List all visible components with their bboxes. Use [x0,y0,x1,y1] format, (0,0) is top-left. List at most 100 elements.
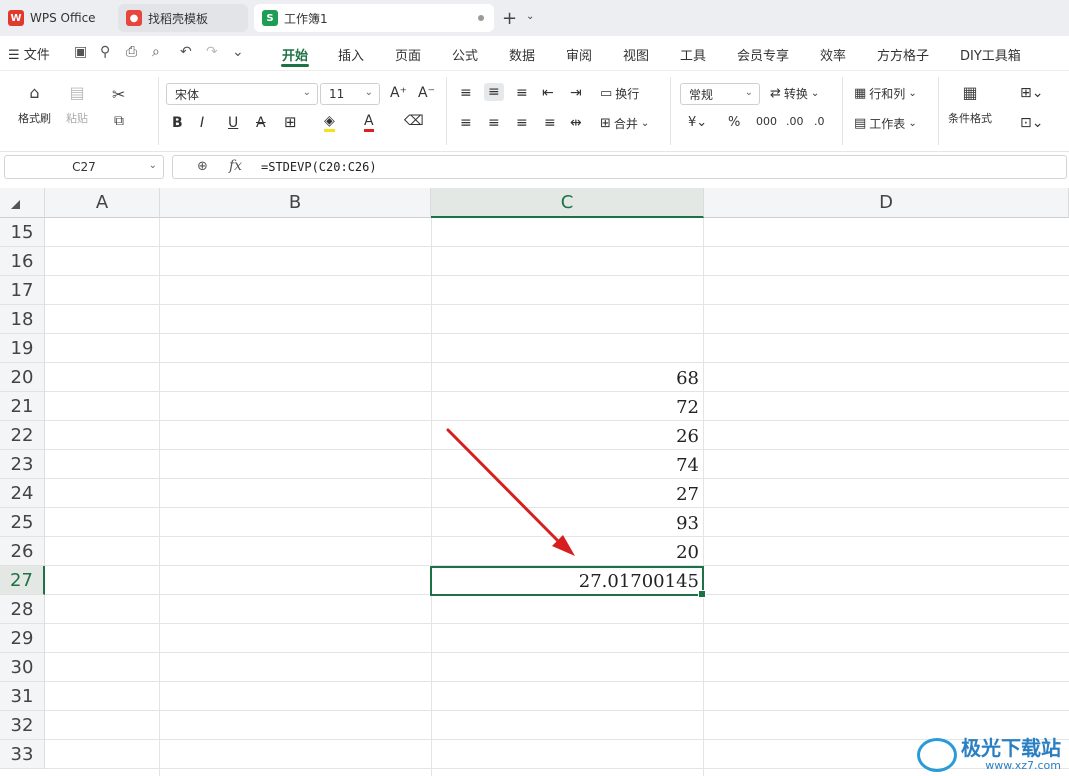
menu-review[interactable]: 审阅 [566,45,592,64]
quick-access-dropdown-icon[interactable]: ⌄ [232,44,244,60]
number-format-select[interactable]: 常规 ⌄ [680,83,760,105]
save-icon[interactable]: ▣ [74,44,87,60]
menu-efficiency[interactable]: 效率 [820,45,846,64]
tab-docer-templates[interactable]: ● 找稻壳模板 [118,4,248,32]
redo-icon[interactable]: ↷ [206,44,218,60]
worksheet-button[interactable]: ▤ 工作表 ⌄ [854,115,917,132]
print-preview-icon[interactable]: ⌕ [152,44,160,60]
menu-home[interactable]: 开始 [282,45,308,64]
strikethrough-icon[interactable]: A [256,115,266,131]
clipboard-icon: ▤ [69,83,85,102]
spreadsheet-grid: A B C D 15 16 17 18 19 20 21 22 23 24 25 26 27 28 29 30… [0,188,1069,776]
separator [938,77,939,145]
fill-color-icon[interactable]: ◈ [324,113,335,132]
font-size-value: 11 [329,87,345,101]
undo-icon[interactable]: ↶ [180,44,192,60]
conditional-format-icon: ▦ [962,83,978,102]
watermark-url: www.xz7.com [985,759,1061,772]
unsaved-dot-icon[interactable] [478,15,484,21]
align-middle-icon[interactable]: ≡ [484,83,504,101]
tab-label: 工作簿1 [284,11,328,26]
fx-icon[interactable]: fx [229,158,242,174]
percent-icon[interactable]: % [728,115,740,130]
row-col-icon: ▦ [854,86,867,101]
bold-icon[interactable]: B [172,115,183,131]
tab-wps-office[interactable]: W WPS Office [0,4,112,32]
annotation-arrow [446,428,575,556]
increase-indent-icon[interactable]: ⇥ [570,85,582,101]
thousands-icon[interactable]: 000 [756,115,777,128]
merge-label: 合并 [613,117,638,131]
active-menu-indicator [281,64,309,67]
share-icon[interactable]: ⚲ [100,44,110,60]
tab-label: 找稻壳模板 [148,11,209,26]
zoom-icon[interactable]: ⊕ [197,159,208,174]
name-box-value: C27 [72,160,96,174]
docer-icon: ● [126,10,142,26]
increase-font-icon[interactable]: A⁺ [390,85,407,101]
wrap-text-button[interactable]: ▭ 换行 [600,85,639,102]
scissors-icon[interactable]: ✂ [112,85,125,104]
align-center-icon[interactable]: ≡ [488,115,500,131]
decrease-indent-icon[interactable]: ⇤ [542,85,554,101]
menu-insert[interactable]: 插入 [338,45,364,64]
tab-workbook[interactable]: S 工作簿1 [254,4,494,32]
chevron-down-icon: ⌄ [364,87,373,98]
file-menu-button[interactable]: ☰ 文件 [8,44,50,63]
convert-button[interactable]: ⇄ 转换 ⌄ [770,85,819,102]
print-icon[interactable]: ⎙ [126,44,137,60]
align-top-icon[interactable]: ≡ [460,85,472,101]
format-painter-button[interactable]: ⌂ 格式刷 [18,83,51,126]
worksheet-label: 工作表 [869,117,906,131]
table-style-icon[interactable]: ⊡⌄ [1020,115,1043,131]
menu-formula[interactable]: 公式 [452,45,478,64]
clear-format-icon[interactable]: ⌫ [404,113,424,129]
menu-page[interactable]: 页面 [395,45,421,64]
increase-decimal-icon[interactable]: .00 [786,115,804,128]
currency-icon[interactable]: ¥⌄ [688,115,707,130]
file-menu-label: 文件 [23,48,50,63]
formula-text: =STDEVP(C20:C26) [261,160,377,174]
hamburger-icon: ☰ [8,48,20,63]
convert-label: 转换 [783,87,808,101]
menu-view[interactable]: 视图 [623,45,649,64]
font-color-icon[interactable]: A [364,113,374,132]
menu-diy-toolbox[interactable]: DIY工具箱 [960,45,1021,64]
decrease-font-icon[interactable]: A⁻ [418,85,435,101]
chevron-down-icon: ⌄ [640,118,650,129]
cell-style-icon[interactable]: ⊞⌄ [1020,85,1043,101]
align-bottom-icon[interactable]: ≡ [516,85,528,101]
chevron-down-icon[interactable]: ⌄ [526,11,534,22]
align-right-icon[interactable]: ≡ [516,115,528,131]
menu-tools[interactable]: 工具 [680,45,706,64]
font-size-select[interactable]: 11 ⌄ [320,83,380,105]
decrease-decimal-icon[interactable]: .0 [814,115,825,128]
italic-icon[interactable]: I [200,115,204,131]
name-box[interactable]: C27 ⌄ [4,155,164,179]
watermark-text: 极光下载站 [961,736,1061,760]
border-icon[interactable]: ⊞ [284,113,297,131]
formula-input[interactable]: ⊕ fx =STDEVP(C20:C26) [172,155,1067,179]
menu-fangfang[interactable]: 方方格子 [877,45,929,64]
font-name-value: 宋体 [175,87,200,102]
row-col-button[interactable]: ▦ 行和列 ⌄ [854,85,917,102]
copy-icon[interactable]: ⧉ [114,113,124,129]
watermark-logo-icon [917,737,957,772]
underline-icon[interactable]: U [228,115,238,131]
menu-member[interactable]: 会员专享 [737,45,789,64]
merge-button[interactable]: ⊞ 合并 ⌄ [600,115,649,132]
tab-bar: W WPS Office ● 找稻壳模板 S 工作簿1 + ⌄ [0,0,1069,36]
justify-icon[interactable]: ≡ [544,115,556,131]
watermark: 极光下载站 www.xz7.com [917,737,1061,772]
menu-data[interactable]: 数据 [509,45,535,64]
new-tab-plus-icon[interactable]: + [502,8,517,29]
paste-button[interactable]: ▤ 粘贴 [66,83,88,126]
distribute-icon[interactable]: ⇹ [570,115,582,131]
convert-icon: ⇄ [770,86,781,101]
tab-label: WPS Office [30,11,96,25]
wps-logo-icon: W [8,10,24,26]
font-name-select[interactable]: 宋体 ⌄ [166,83,318,105]
chevron-down-icon: ⌄ [810,88,820,99]
align-left-icon[interactable]: ≡ [460,115,472,131]
conditional-format-button[interactable]: ▦ 条件格式 [948,83,992,126]
